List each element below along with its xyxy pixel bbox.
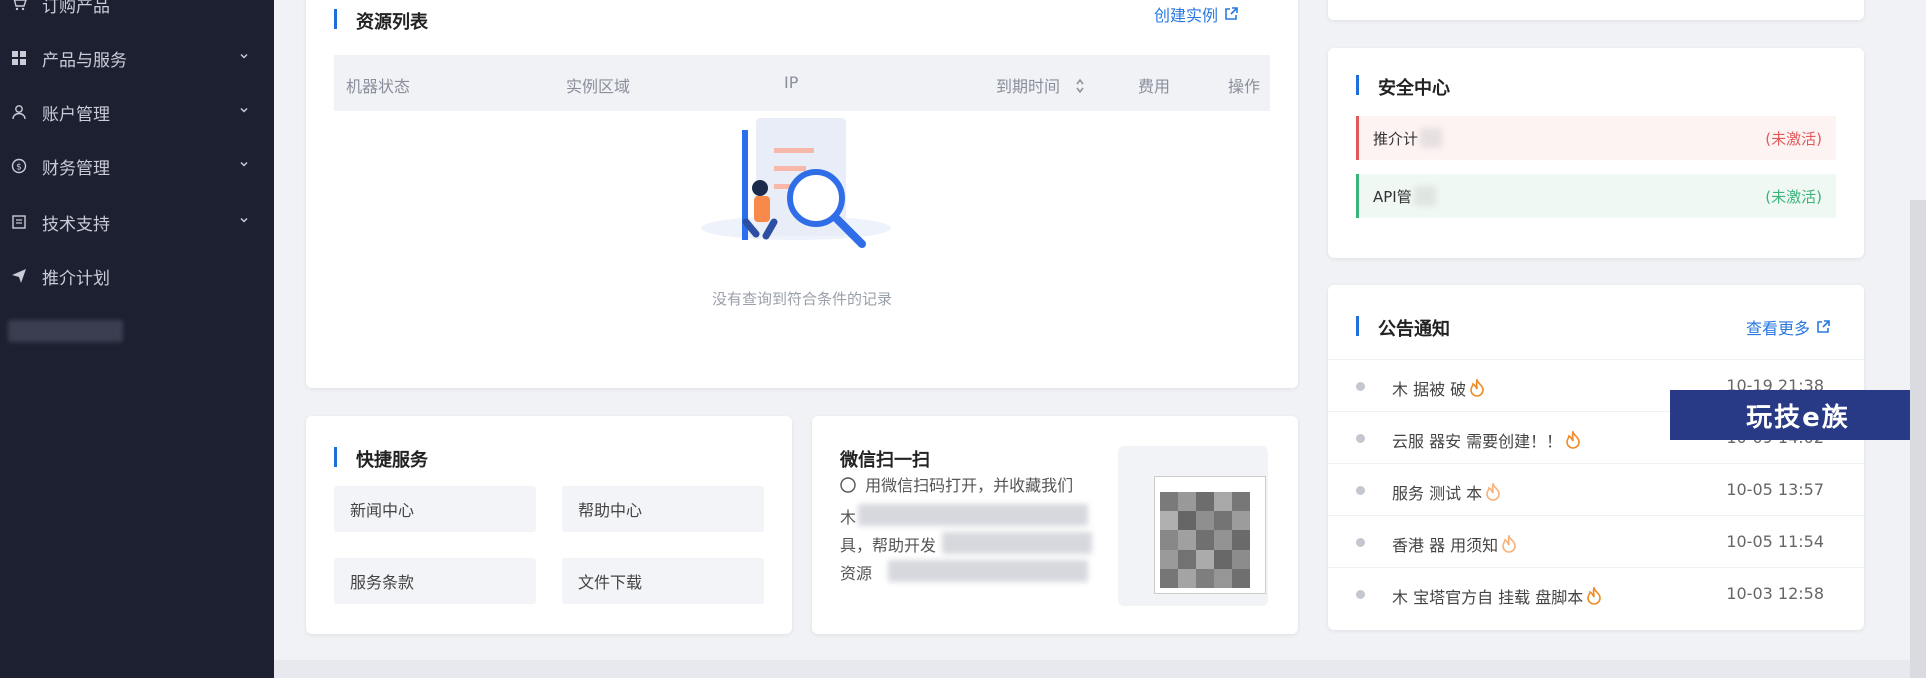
news-center-button[interactable]: 新闻中心: [334, 486, 536, 532]
view-more-link[interactable]: 查看更多: [1746, 315, 1830, 339]
security-item-label: API管: [1373, 187, 1412, 206]
terms-button[interactable]: 服务条款: [334, 558, 536, 604]
create-instance-link[interactable]: 创建实例: [1154, 2, 1238, 26]
notice-card: 公告通知 查看更多 木 据被 破 10-19 21:38 云服 器安 需要创建！…: [1328, 285, 1864, 630]
notice-item-time: 10-03 12:58: [1726, 584, 1824, 603]
quick-services-title: 快捷服务: [334, 446, 428, 472]
chevron-down-icon: [240, 161, 248, 167]
document-icon: [10, 213, 28, 231]
notice-title: 公告通知: [1356, 315, 1450, 341]
blurred-text: [888, 560, 1088, 582]
security-item-label: 推介计: [1373, 129, 1419, 148]
sidebar-item-finance[interactable]: $ 财务管理: [0, 146, 274, 186]
page-scrollbar[interactable]: [1910, 200, 1926, 678]
wechat-card: 微信扫一扫 用微信扫码打开，并收藏我们 木 具，帮助开发 资源: [812, 416, 1298, 634]
notice-item-title: 服务 测试 本: [1392, 480, 1500, 504]
hot-fire-icon: [1587, 587, 1602, 605]
sort-icon: [1076, 78, 1084, 94]
quick-services-card: 快捷服务 新闻中心 帮助中心 服务条款 文件下载: [306, 416, 792, 634]
qr-code: [1160, 492, 1250, 588]
external-link-icon: [1225, 7, 1238, 20]
bullet-icon: [1356, 434, 1365, 443]
security-center-title: 安全中心: [1356, 74, 1450, 100]
user-icon: [10, 103, 28, 121]
chevron-down-icon: [240, 107, 248, 113]
sidebar-item-referral[interactable]: 推介计划: [0, 256, 274, 296]
downloads-button[interactable]: 文件下载: [562, 558, 764, 604]
hot-fire-icon: [1566, 431, 1580, 449]
chevron-down-icon: [240, 217, 248, 223]
bullet-icon: [1356, 382, 1365, 391]
column-expire-label: 到期时间: [996, 77, 1061, 96]
blurred-text: [1413, 186, 1436, 206]
sidebar-item-order[interactable]: 订购产品: [0, 0, 274, 24]
notice-item-title: 木 宝塔官方自 挂载 盘脚本: [1392, 584, 1602, 608]
wechat-text-line1: 用微信扫码打开，并收藏我们: [840, 472, 1073, 496]
sidebar: 订购产品 产品与服务 账户管理 $ 财务管理 技术支持 推介计划: [0, 0, 274, 678]
notice-item-time: 10-05 13:57: [1726, 480, 1824, 499]
external-link-icon: [1817, 320, 1830, 333]
resource-list-card: 资源列表 创建实例 机器状态 实例区域 IP 到期时间 费用 操作 没有查询到符…: [306, 0, 1298, 388]
bullet-icon: [1356, 486, 1365, 495]
chevron-down-icon: [240, 53, 248, 59]
column-fee: 费用: [1138, 77, 1171, 96]
blurred-text: [942, 532, 1092, 554]
security-center-card: 安全中心 推介计 (未激活) API管 (未激活): [1328, 48, 1864, 258]
help-center-button[interactable]: 帮助中心: [562, 486, 764, 532]
create-instance-label: 创建实例: [1153, 6, 1218, 25]
notice-item[interactable]: 木 宝塔官方自 挂载 盘脚本 10-03 12:58: [1328, 567, 1864, 619]
sidebar-item-label: 推介计划: [42, 268, 110, 289]
wechat-text-line4: 资源: [840, 564, 873, 583]
notice-item-title: 木 据被 破: [1392, 376, 1484, 400]
empty-state-text: 没有查询到符合条件的记录: [711, 290, 892, 308]
sidebar-item-label: 财务管理: [42, 158, 110, 179]
column-region: 实例区域: [566, 77, 631, 96]
column-ip: IP: [784, 73, 799, 92]
empty-state-illustration: [701, 118, 891, 248]
sidebar-item-support[interactable]: 技术支持: [0, 202, 274, 242]
blurred-user-info: [8, 320, 123, 342]
notice-item-title: 香港 器 用须知: [1392, 532, 1516, 556]
blurred-text: [1420, 128, 1443, 148]
hot-fire-icon: [1502, 535, 1516, 553]
grid-icon: [10, 49, 28, 67]
wechat-text-line2: 木: [840, 508, 857, 527]
sidebar-item-label: 账户管理: [42, 104, 110, 125]
cart-icon: [10, 0, 28, 13]
bullet-icon: [1356, 590, 1365, 599]
wechat-text-line3: 具，帮助开发: [840, 536, 937, 555]
notice-item-time: 10-05 11:54: [1726, 532, 1824, 551]
hot-fire-icon: [1486, 483, 1500, 501]
resource-list-title: 资源列表: [334, 8, 428, 34]
wechat-icon: [840, 477, 856, 493]
sidebar-item-products[interactable]: 产品与服务: [0, 38, 274, 78]
sidebar-item-account[interactable]: 账户管理: [0, 92, 274, 132]
resource-table-header: 机器状态 实例区域 IP 到期时间 费用 操作: [334, 55, 1270, 111]
security-item-referral[interactable]: 推介计 (未激活): [1356, 116, 1836, 160]
wechat-title: 微信扫一扫: [840, 450, 930, 471]
sidebar-item-label: 产品与服务: [42, 50, 127, 71]
security-item-api[interactable]: API管 (未激活): [1356, 174, 1836, 218]
column-status: 机器状态: [346, 77, 411, 96]
column-actions: 操作: [1228, 77, 1261, 96]
sidebar-item-label: 技术支持: [42, 214, 110, 235]
column-expire[interactable]: 到期时间: [996, 73, 1085, 97]
notice-item[interactable]: 服务 测试 本 10-05 13:57: [1328, 463, 1864, 515]
view-more-label: 查看更多: [1745, 319, 1810, 338]
notice-item-title: 云服 器安 需要创建！！: [1392, 428, 1580, 452]
svg-text:$: $: [16, 163, 22, 173]
sidebar-item-label: 订购产品: [42, 0, 110, 17]
wechat-line1: 用微信扫码打开，并收藏我们: [865, 476, 1074, 495]
blurred-text: [858, 504, 1088, 526]
security-item-status: (未激活): [1765, 130, 1822, 148]
coin-icon: $: [10, 157, 28, 175]
top-right-card: [1328, 0, 1864, 20]
notice-item[interactable]: 香港 器 用须知 10-05 11:54: [1328, 515, 1864, 567]
bullet-icon: [1356, 538, 1365, 547]
footer-bar: [274, 660, 1910, 678]
security-item-status: (未激活): [1765, 188, 1822, 206]
watermark-logo: 玩技e族: [1670, 390, 1926, 440]
send-icon: [10, 267, 28, 285]
hot-fire-icon: [1470, 379, 1484, 397]
